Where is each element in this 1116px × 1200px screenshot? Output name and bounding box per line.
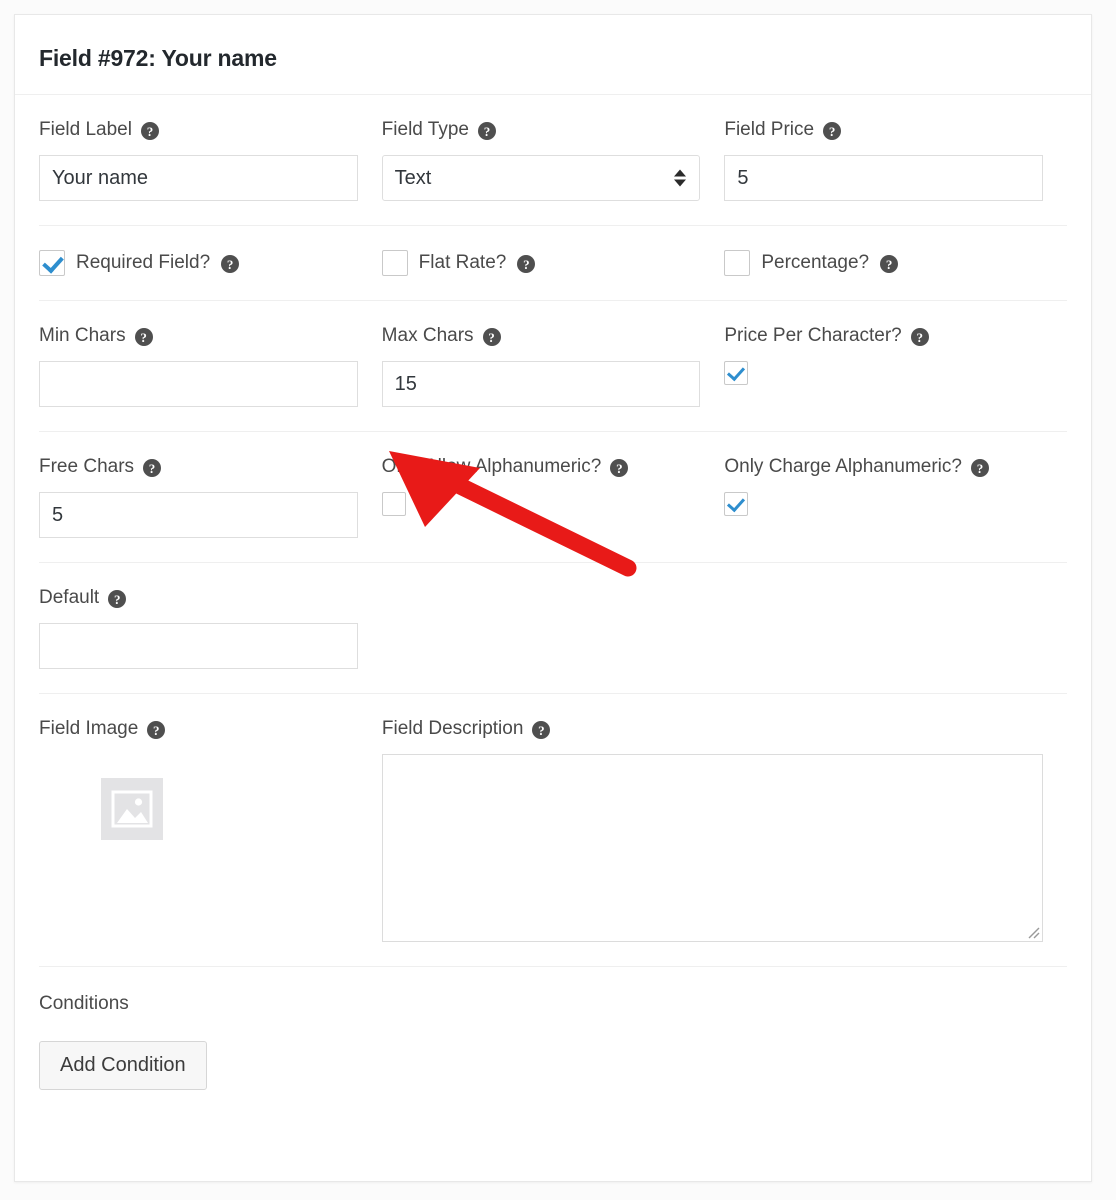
field-description-textarea[interactable]: [381, 754, 1043, 942]
help-icon[interactable]: ?: [477, 122, 496, 140]
free-chars-label: Free Chars ?: [39, 456, 358, 478]
field-image-text: Field Image: [39, 718, 139, 739]
required-field-label: Required Field?: [76, 252, 211, 273]
min-chars-group: Min Chars ?: [39, 301, 382, 431]
min-chars-text: Min Chars: [39, 325, 126, 346]
row-conditions: Conditions Add Condition: [39, 967, 1067, 1120]
field-type-select-wrap: Text: [381, 155, 701, 201]
image-placeholder-icon[interactable]: [101, 778, 163, 840]
max-chars-group: Max Chars ?: [381, 301, 725, 431]
required-field-group: Required Field? ?: [39, 226, 382, 300]
help-icon[interactable]: ?: [221, 255, 240, 273]
free-chars-input[interactable]: [39, 492, 358, 538]
percentage-checkbox-row[interactable]: Percentage? ?: [724, 250, 1043, 276]
row-checkboxes: Required Field? ? Flat Rate? ? Percentag…: [39, 226, 1067, 301]
help-icon[interactable]: ?: [134, 328, 153, 346]
required-field-checkbox-row[interactable]: Required Field? ?: [39, 250, 358, 276]
field-type-selected-value: Text: [394, 166, 432, 189]
max-chars-text: Max Chars: [381, 325, 474, 346]
free-chars-text: Free Chars: [39, 456, 135, 477]
card-header: Field #972: Your name: [15, 15, 1091, 95]
price-per-character-checkbox[interactable]: [724, 361, 749, 385]
min-chars-label: Min Chars ?: [39, 325, 358, 347]
only-charge-alphanumeric-label: Only Charge Alphanumeric? ?: [724, 456, 1043, 478]
percentage-label: Percentage?: [761, 252, 870, 273]
row-alphanumeric: Free Chars ? Only Allow Alphanumeric? ? …: [39, 432, 1067, 563]
max-chars-label: Max Chars ?: [382, 325, 701, 347]
page-title: Field #972: Your name: [39, 45, 277, 71]
help-icon[interactable]: ?: [823, 122, 842, 140]
field-price-group: Field Price ?: [724, 95, 1067, 225]
only-allow-alphanumeric-label: Only Allow Alphanumeric? ?: [382, 456, 701, 478]
flat-rate-checkbox-row[interactable]: Flat Rate? ?: [381, 250, 701, 276]
only-allow-alphanumeric-group: Only Allow Alphanumeric? ?: [381, 432, 725, 562]
default-spacer-2: [724, 563, 1067, 693]
price-per-character-group: Price Per Character? ?: [724, 301, 1067, 431]
default-spacer-1: [382, 563, 725, 693]
help-icon[interactable]: ?: [482, 328, 501, 346]
percentage-checkbox[interactable]: [724, 250, 751, 276]
field-type-text: Field Type: [381, 119, 469, 140]
flat-rate-checkbox[interactable]: [381, 250, 408, 276]
only-charge-alphanumeric-text: Only Charge Alphanumeric?: [724, 456, 962, 477]
field-type-group: Field Type ? Text: [381, 95, 725, 225]
only-allow-alphanumeric-text: Only Allow Alphanumeric?: [381, 456, 602, 477]
help-icon[interactable]: ?: [517, 255, 536, 273]
field-description-label: Field Description ?: [382, 718, 1043, 740]
max-chars-input[interactable]: [381, 361, 701, 407]
required-field-checkbox[interactable]: [39, 250, 65, 276]
only-charge-alphanumeric-group: Only Charge Alphanumeric? ?: [724, 432, 1067, 562]
add-condition-button[interactable]: Add Condition: [39, 1041, 207, 1090]
help-icon[interactable]: ?: [880, 255, 899, 273]
help-icon[interactable]: ?: [532, 721, 551, 739]
help-icon[interactable]: ?: [610, 459, 629, 477]
field-label-group: Field Label ?: [39, 95, 382, 225]
field-label-text: Field Label: [39, 119, 132, 140]
row-image-description: Field Image ? Field Description ?: [39, 694, 1067, 967]
field-description-text: Field Description: [381, 718, 524, 739]
row-char-limits: Min Chars ? Max Chars ? Price Per Charac…: [39, 301, 1067, 432]
help-icon[interactable]: ?: [140, 122, 159, 140]
price-per-character-text: Price Per Character?: [724, 325, 902, 346]
row-basic-settings: Field Label ? Field Type ? Text: [39, 95, 1067, 226]
help-icon[interactable]: ?: [910, 328, 929, 346]
default-group: Default ?: [39, 563, 382, 693]
field-label-input[interactable]: [39, 155, 358, 201]
field-price-label: Field Price ?: [724, 119, 1043, 141]
default-label: Default ?: [39, 587, 358, 609]
flat-rate-label: Flat Rate?: [418, 252, 507, 273]
help-icon[interactable]: ?: [143, 459, 162, 477]
only-charge-alphanumeric-checkbox[interactable]: [724, 492, 749, 516]
help-icon[interactable]: ?: [108, 590, 127, 608]
field-image-group: Field Image ?: [39, 694, 382, 966]
page-background: Field #972: Your name Field Label ? Fiel…: [0, 0, 1116, 1200]
resize-handle-icon[interactable]: [1026, 925, 1040, 939]
conditions-label: Conditions: [39, 993, 129, 1014]
row-default: Default ?: [39, 563, 1067, 694]
only-allow-alphanumeric-checkbox[interactable]: [381, 492, 406, 516]
free-chars-group: Free Chars ?: [39, 432, 382, 562]
flat-rate-group: Flat Rate? ?: [381, 226, 725, 300]
field-description-group: Field Description ?: [381, 694, 1067, 966]
help-icon[interactable]: ?: [147, 721, 166, 739]
percentage-group: Percentage? ?: [724, 226, 1067, 300]
default-text: Default: [39, 587, 100, 608]
field-image-label: Field Image ?: [39, 718, 358, 740]
field-price-input[interactable]: [724, 155, 1044, 201]
help-icon[interactable]: ?: [970, 459, 989, 477]
field-label-label: Field Label ?: [39, 119, 358, 141]
card-body: Field Label ? Field Type ? Text: [15, 95, 1091, 1120]
field-type-label: Field Type ?: [382, 119, 701, 141]
min-chars-input[interactable]: [39, 361, 358, 407]
field-settings-card: Field #972: Your name Field Label ? Fiel…: [14, 14, 1092, 1182]
field-type-select[interactable]: Text: [381, 155, 701, 201]
default-input[interactable]: [39, 623, 358, 669]
field-price-text: Field Price: [724, 119, 815, 140]
price-per-character-label: Price Per Character? ?: [724, 325, 1043, 347]
